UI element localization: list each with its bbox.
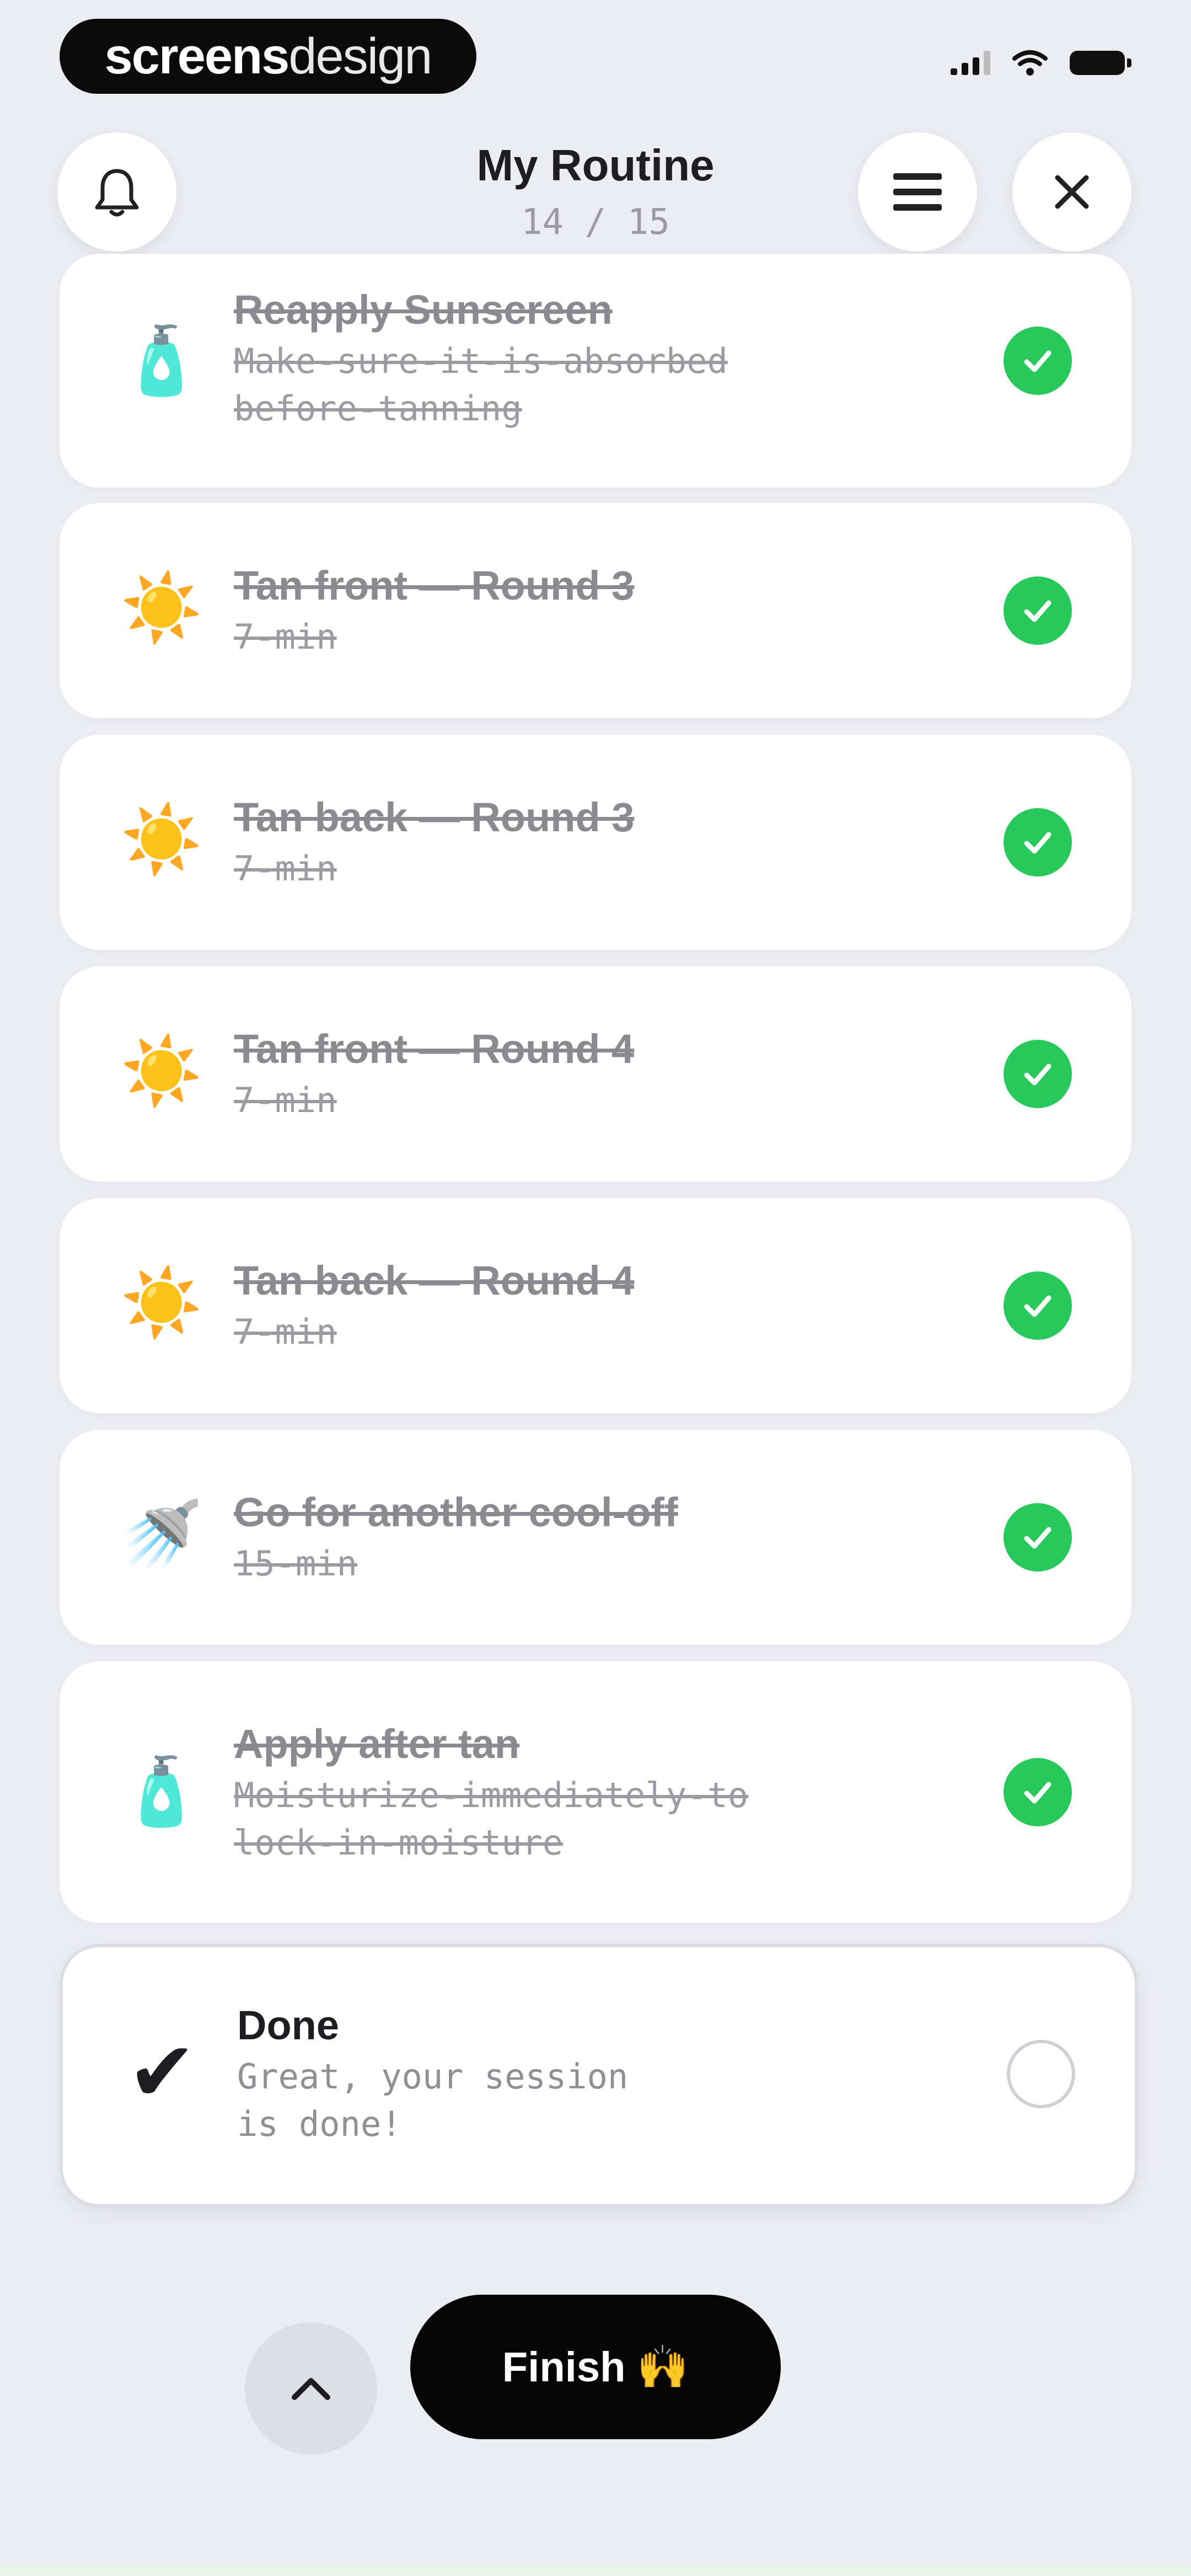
item-subtitle: 7-min: [234, 1312, 337, 1352]
routine-item-tan-back-3[interactable]: ☀️ Tan back — Round 3 7-min: [60, 735, 1131, 950]
header: My Routine 14 / 15: [0, 110, 1191, 276]
item-subtitle: 7-min: [234, 848, 337, 889]
status-icons: [951, 50, 1131, 76]
finish-button[interactable]: Finish 🙌: [410, 2295, 781, 2439]
chevron-up-icon: [292, 2378, 330, 2400]
routine-item-tan-front-4[interactable]: ☀️ Tan front — Round 4 7-min: [60, 966, 1131, 1182]
completed-check-icon[interactable]: [1004, 1040, 1072, 1108]
battery-icon: [1070, 51, 1131, 75]
status-bar: screensdesign: [0, 0, 1191, 99]
item-subtitle: Moisturize-immediately-to lock-in-moistu…: [234, 1775, 749, 1863]
sun-icon: ☀️: [120, 1266, 203, 1340]
item-title: Tan back — Round 4: [234, 1258, 635, 1303]
completed-check-icon[interactable]: [1004, 1503, 1072, 1572]
routine-item-apply-after-tan[interactable]: 🧴 Apply after tan Moisturize-immediately…: [60, 1661, 1131, 1923]
sun-icon: ☀️: [120, 803, 203, 877]
cellular-signal-icon: [951, 51, 990, 75]
bell-icon: [95, 169, 139, 217]
routine-item-cool-off[interactable]: 🚿 Go for another cool-off 15-min: [60, 1430, 1131, 1645]
close-icon: [1055, 175, 1089, 209]
screensdesign-watermark: screensdesign: [60, 19, 476, 94]
notification-button[interactable]: [57, 132, 176, 252]
wifi-icon: [1012, 50, 1048, 76]
item-title: Go for another cool-off: [234, 1489, 678, 1535]
routine-item-done[interactable]: ✔ Done Great, your session is done!: [60, 1944, 1138, 2208]
completed-check-icon[interactable]: [1004, 1758, 1072, 1826]
item-subtitle: 15-min: [234, 1543, 357, 1584]
checkmark-icon: ✔: [127, 2025, 197, 2118]
lotion-icon: 🧴: [120, 1755, 203, 1829]
completed-check-icon[interactable]: [1004, 808, 1072, 877]
scroll-up-button[interactable]: [245, 2322, 377, 2455]
sun-icon: ☀️: [120, 1034, 203, 1108]
progress-counter: 14 / 15: [521, 202, 670, 243]
item-title: Done: [237, 2002, 339, 2048]
item-subtitle: Make-sure-it-is-absorbed before-tanning: [234, 341, 728, 429]
list-icon: [893, 173, 942, 211]
routine-item-tan-back-4[interactable]: ☀️ Tan back — Round 4 7-min: [60, 1198, 1131, 1413]
item-subtitle: Great, your session is done!: [237, 2056, 629, 2144]
bottom-controls: Finish 🙌: [0, 2289, 1191, 2455]
raised-hands-icon: 🙌: [636, 2344, 689, 2391]
shower-icon: 🚿: [120, 1498, 203, 1572]
close-button[interactable]: [1012, 132, 1131, 252]
item-subtitle: 7-min: [234, 617, 337, 657]
item-title: Tan front — Round 4: [234, 1026, 635, 1072]
bottom-edge: [0, 2565, 1191, 2576]
completed-check-icon[interactable]: [1004, 576, 1072, 645]
incomplete-circle-checkbox[interactable]: [1007, 2040, 1075, 2108]
completed-check-icon[interactable]: [1004, 327, 1072, 395]
completed-check-icon[interactable]: [1004, 1271, 1072, 1340]
item-subtitle: 7-min: [234, 1080, 337, 1120]
finish-label: Finish: [502, 2343, 626, 2391]
item-title: Tan back — Round 3: [234, 794, 635, 840]
lotion-icon: 🧴: [120, 324, 203, 398]
sun-icon: ☀️: [120, 571, 203, 645]
routine-item-reapply-sunscreen[interactable]: 🧴 Reapply Sunscreen Make-sure-it-is-abso…: [60, 254, 1131, 488]
item-title: Tan front — Round 3: [234, 563, 635, 608]
routine-item-tan-front-3[interactable]: ☀️ Tan front — Round 3 7-min: [60, 503, 1131, 718]
list-menu-button[interactable]: [858, 132, 977, 252]
item-title: Apply after tan: [234, 1721, 520, 1767]
page-title: My Routine: [476, 141, 715, 190]
item-title: Reapply Sunscreen: [234, 287, 613, 333]
